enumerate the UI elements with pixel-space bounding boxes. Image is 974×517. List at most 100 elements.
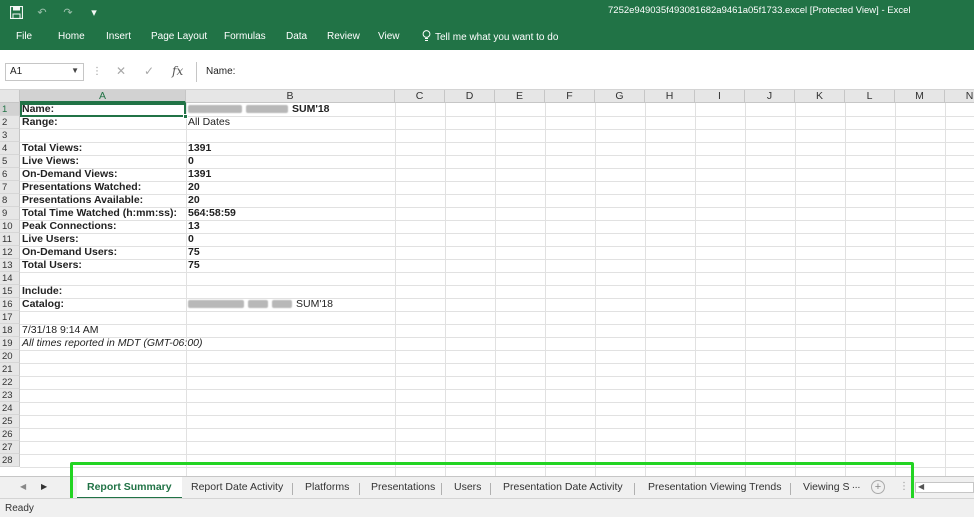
- cell-a11[interactable]: Live Users:: [20, 233, 79, 246]
- row-header[interactable]: 23: [0, 389, 20, 402]
- tell-me-search[interactable]: Tell me what you want to do: [422, 30, 558, 45]
- sheet-tab-presentation-viewing-trends[interactable]: Presentation Viewing Trends: [648, 477, 781, 497]
- row-header[interactable]: 22: [0, 376, 20, 389]
- cell-b4[interactable]: 1391: [186, 142, 211, 155]
- cell-a9[interactable]: Total Time Watched (h:mm:ss):: [20, 207, 177, 220]
- cell-b6[interactable]: 1391: [186, 168, 211, 181]
- enter-icon[interactable]: ✓: [144, 64, 154, 78]
- redo-icon[interactable]: ↷: [60, 4, 76, 20]
- horizontal-scrollbar[interactable]: ◀: [915, 482, 974, 493]
- row-header[interactable]: 4: [0, 142, 20, 155]
- add-sheet-icon[interactable]: +: [871, 480, 885, 494]
- column-header-n[interactable]: N: [945, 90, 974, 103]
- column-header-a[interactable]: A: [20, 90, 186, 103]
- name-box[interactable]: A1 ▼: [5, 63, 84, 81]
- row-header[interactable]: 8: [0, 194, 20, 207]
- row-header[interactable]: 3: [0, 129, 20, 142]
- row-header[interactable]: 10: [0, 220, 20, 233]
- column-header-c[interactable]: C: [395, 90, 445, 103]
- tab-review[interactable]: Review: [327, 31, 360, 42]
- fill-handle[interactable]: [183, 114, 188, 119]
- column-header-i[interactable]: I: [695, 90, 745, 103]
- cell-b9[interactable]: 564:58:59: [186, 207, 236, 220]
- sheet-tab-viewing-s[interactable]: Viewing S: [803, 477, 850, 497]
- cell-a16[interactable]: Catalog:: [20, 298, 64, 311]
- sheet-tab-presentations[interactable]: Presentations: [371, 477, 435, 497]
- cell-a6[interactable]: On-Demand Views:: [20, 168, 118, 181]
- cell-b8[interactable]: 20: [186, 194, 200, 207]
- next-sheet-icon[interactable]: ▶: [41, 482, 47, 491]
- cell-a4[interactable]: Total Views:: [20, 142, 82, 155]
- cell-a13[interactable]: Total Users:: [20, 259, 82, 272]
- row-header[interactable]: 18: [0, 324, 20, 337]
- cell-b12[interactable]: 75: [186, 246, 200, 259]
- sheet-tab-users[interactable]: Users: [454, 477, 481, 497]
- cell-b11[interactable]: 0: [186, 233, 194, 246]
- tab-page-layout[interactable]: Page Layout: [151, 31, 207, 42]
- column-header-l[interactable]: L: [845, 90, 895, 103]
- sheet-tab-report-summary[interactable]: Report Summary: [77, 477, 182, 499]
- row-header[interactable]: 9: [0, 207, 20, 220]
- cell-a19[interactable]: All times reported in MDT (GMT-06:00): [20, 337, 203, 350]
- tab-home[interactable]: Home: [58, 31, 85, 42]
- cell-b13[interactable]: 75: [186, 259, 200, 272]
- row-header[interactable]: 16: [0, 298, 20, 311]
- column-header-j[interactable]: J: [745, 90, 795, 103]
- cell-a15[interactable]: Include:: [20, 285, 62, 298]
- cell-a18[interactable]: 7/31/18 9:14 AM: [20, 324, 98, 337]
- undo-icon[interactable]: ↶: [34, 4, 50, 20]
- customize-toolbar-icon[interactable]: ▾: [86, 4, 102, 20]
- cell-a12[interactable]: On-Demand Users:: [20, 246, 117, 259]
- tab-file[interactable]: File: [16, 31, 32, 42]
- cell-a8[interactable]: Presentations Available:: [20, 194, 143, 207]
- cell-b7[interactable]: 20: [186, 181, 200, 194]
- sheet-tab-platforms[interactable]: Platforms: [305, 477, 349, 497]
- row-header[interactable]: 13: [0, 259, 20, 272]
- cell-b16[interactable]: SUM'18: [186, 298, 333, 311]
- row-header[interactable]: 7: [0, 181, 20, 194]
- cell-b1[interactable]: SUM'18: [186, 103, 330, 116]
- row-header[interactable]: 24: [0, 402, 20, 415]
- row-header[interactable]: 26: [0, 428, 20, 441]
- spreadsheet-grid[interactable]: A B C D E F G H I J K L M N 1 2 3 4 5 6 …: [0, 90, 974, 476]
- sheet-tab-report-date-activity[interactable]: Report Date Activity: [191, 477, 283, 497]
- previous-sheet-icon[interactable]: ◀: [20, 482, 26, 491]
- row-header[interactable]: 21: [0, 363, 20, 376]
- row-header[interactable]: 14: [0, 272, 20, 285]
- scroll-left-icon[interactable]: ◀: [918, 482, 924, 491]
- column-header-d[interactable]: D: [445, 90, 495, 103]
- row-header[interactable]: 15: [0, 285, 20, 298]
- sheet-tab-presentation-date-activity[interactable]: Presentation Date Activity: [503, 477, 623, 497]
- cell-a5[interactable]: Live Views:: [20, 155, 79, 168]
- row-header[interactable]: 2: [0, 116, 20, 129]
- column-header-b[interactable]: B: [186, 90, 395, 103]
- tab-insert[interactable]: Insert: [106, 31, 131, 42]
- row-header[interactable]: 12: [0, 246, 20, 259]
- cell-b5[interactable]: 0: [186, 155, 194, 168]
- cell-b10[interactable]: 13: [186, 220, 200, 233]
- save-icon[interactable]: [8, 4, 24, 20]
- row-header[interactable]: 5: [0, 155, 20, 168]
- column-header-h[interactable]: H: [645, 90, 695, 103]
- column-header-f[interactable]: F: [545, 90, 595, 103]
- formula-input[interactable]: Name:: [196, 62, 974, 82]
- row-header[interactable]: 25: [0, 415, 20, 428]
- row-header[interactable]: 17: [0, 311, 20, 324]
- column-header-k[interactable]: K: [795, 90, 845, 103]
- column-header-e[interactable]: E: [495, 90, 545, 103]
- select-all-corner[interactable]: [0, 90, 20, 103]
- row-header[interactable]: 20: [0, 350, 20, 363]
- more-sheets-ellipsis[interactable]: ...: [852, 480, 860, 491]
- column-header-m[interactable]: M: [895, 90, 945, 103]
- tab-view[interactable]: View: [378, 31, 400, 42]
- cell-a7[interactable]: Presentations Watched:: [20, 181, 141, 194]
- tab-formulas[interactable]: Formulas: [224, 31, 266, 42]
- chevron-down-icon[interactable]: ▼: [71, 66, 79, 75]
- row-header[interactable]: 27: [0, 441, 20, 454]
- column-header-g[interactable]: G: [595, 90, 645, 103]
- cell-a2[interactable]: Range:: [20, 116, 58, 129]
- tab-data[interactable]: Data: [286, 31, 307, 42]
- cancel-icon[interactable]: ✕: [116, 64, 126, 78]
- insert-function-icon[interactable]: fx: [172, 64, 183, 78]
- row-header[interactable]: 6: [0, 168, 20, 181]
